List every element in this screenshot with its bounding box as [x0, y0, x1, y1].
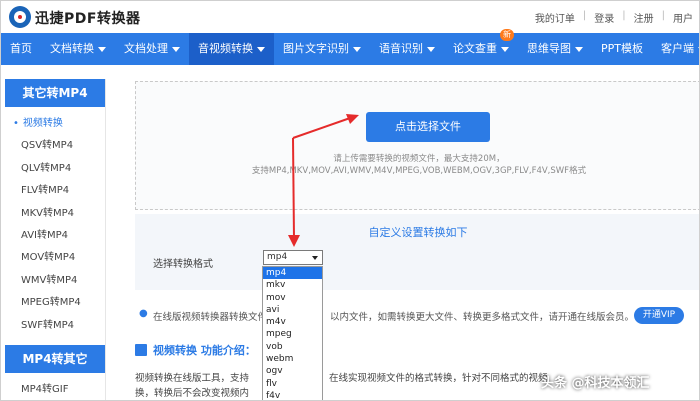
sidebar-item-video-convert[interactable]: 视频转换 [5, 113, 105, 135]
nav-item-home[interactable]: 首页 [1, 33, 41, 65]
format-option[interactable]: vob [263, 341, 322, 353]
format-option[interactable]: avi [263, 304, 322, 316]
sidebar-item-mov-mp4[interactable]: MOV转MP4 [5, 247, 105, 269]
link-separator: | [582, 10, 587, 21]
format-option[interactable]: f4v [263, 390, 322, 400]
format-label: 选择转换格式 [153, 259, 213, 270]
format-select-value: mp4 [267, 252, 288, 262]
intro-text: 在线实现视频文件的格式转换，针对不同格式的视频 [329, 373, 548, 384]
sidebar-item-mp4-gif[interactable]: MP4转GIF [5, 379, 105, 400]
intro-title-main: 视频转换 [153, 344, 197, 357]
open-vip-button[interactable]: 开通VIP [634, 307, 684, 324]
intro-icon [135, 344, 147, 356]
intro-text: 换，转换后不会改变视频内 [135, 388, 250, 399]
login-link[interactable]: 登录 [594, 10, 614, 25]
nav-label: 客户端 [661, 42, 694, 55]
format-option[interactable]: mpeg [263, 328, 322, 340]
sidebar-item-avi-mp4[interactable]: AVI转MP4 [5, 225, 105, 247]
my-orders-link[interactable]: 我的订单 [535, 10, 575, 25]
sidebar-section-title: 其它转MP4 [5, 79, 105, 107]
nav-item-ppt[interactable]: PPT模板 [592, 33, 652, 65]
main-nav: 首页 文档转换 文档处理 音视频转换 图片文字识别 语音识别 论文查重新 思维导… [1, 29, 699, 65]
format-option[interactable]: ogv [263, 365, 322, 377]
nav-label: 文档转换 [50, 42, 94, 55]
nav-item-plagiarism[interactable]: 论文查重新 [444, 29, 518, 65]
info-bullet-icon: ● [139, 308, 148, 319]
intro-text: 视频转换在线版工具，支持 [135, 373, 250, 384]
nav-label: 首页 [10, 42, 32, 55]
format-option[interactable]: mkv [263, 279, 322, 291]
nav-item-doc-process[interactable]: 文档处理 [115, 33, 189, 65]
sidebar-item-mkv-mp4[interactable]: MKV转MP4 [5, 203, 105, 225]
notice-text: 以内文件，如需转换更大文件、转换更多格式文件，请开通在线版会员。 [330, 312, 635, 323]
caret-down-icon [257, 46, 265, 52]
format-option[interactable]: mov [263, 292, 322, 304]
top-links: 我的订单 | 登录 | 注册 | 用户 [535, 10, 693, 25]
format-option[interactable]: webm [263, 353, 322, 365]
sidebar-item-qsv-mp4[interactable]: QSV转MP4 [5, 135, 105, 157]
nav-item-speech[interactable]: 语音识别 [370, 33, 444, 65]
format-option[interactable]: flv [263, 378, 322, 390]
format-select[interactable]: mp4 [263, 250, 323, 265]
sidebar-item-mpeg-mp4[interactable]: MPEG转MP4 [5, 292, 105, 314]
intro-title-sub: 功能介绍： [197, 344, 256, 357]
settings-title: 自定义设置转换如下 [368, 226, 468, 239]
nav-item-ocr[interactable]: 图片文字识别 [274, 33, 370, 65]
sidebar: 其它转MP4 视频转换 QSV转MP4 QLV转MP4 FLV转MP4 MKV转… [5, 79, 106, 400]
caret-down-icon [172, 46, 180, 52]
select-file-button[interactable]: 点击选择文件 [366, 112, 490, 142]
upload-dropzone[interactable]: 点击选择文件 请上传需要转换的视频文件，最大支持20M， 支持MP4,MKV,M… [135, 81, 699, 210]
upload-tip: 请上传需要转换的视频文件，最大支持20M， [333, 154, 505, 164]
caret-down-icon [98, 46, 106, 52]
notice-text: 在线版视频转换器转换文件 [153, 312, 268, 323]
link-separator: | [622, 10, 626, 21]
user-link[interactable]: 用户 [673, 10, 693, 25]
settings-panel: 自定义设置转换如下 选择转换格式 mp4 [135, 214, 699, 290]
intro-heading: 视频转换 功能介绍： [135, 342, 256, 358]
format-option[interactable]: m4v [263, 316, 322, 328]
nav-item-client[interactable]: 客户端 [652, 33, 699, 65]
nav-label: 语音识别 [379, 42, 423, 55]
nav-label: 思维导图 [527, 42, 571, 55]
nav-item-mindmap[interactable]: 思维导图 [518, 33, 592, 65]
sidebar-item-swf-mp4[interactable]: SWF转MP4 [5, 315, 105, 337]
sidebar-item-wmv-mp4[interactable]: WMV转MP4 [5, 270, 105, 292]
format-dropdown-list: mp4 mkv mov avi m4v mpeg vob webm ogv fl… [262, 266, 323, 400]
watermark-text: 头条 @科技本领汇 [541, 376, 650, 391]
supported-formats-text: 支持MP4,MKV,MOV,AVI,WMV,M4V,MPEG,VOB,WEBM,… [251, 166, 587, 176]
select-arrow-icon [312, 256, 318, 260]
nav-item-av-convert[interactable]: 音视频转换 [189, 33, 274, 65]
nav-label: 文档处理 [124, 42, 168, 55]
nav-label: 音视频转换 [198, 42, 253, 55]
member-notice: ● 在线版视频转换器转换文件 以内文件，如需转换更大文件、转换更多格式文件，请开… [135, 306, 699, 326]
caret-down-icon [427, 46, 435, 52]
caret-down-icon [501, 46, 509, 52]
nav-item-doc-convert[interactable]: 文档转换 [41, 33, 115, 65]
app-window: 迅捷PDF转换器 我的订单 | 登录 | 注册 | 用户 首页 文档转换 文档处… [0, 0, 700, 401]
brand-logo-icon[interactable] [9, 6, 31, 28]
new-badge: 新 [500, 29, 514, 41]
nav-label: 论文查重 [453, 42, 497, 55]
link-separator: | [661, 10, 665, 21]
nav-label: 图片文字识别 [283, 42, 349, 55]
caret-down-icon [575, 46, 583, 52]
format-option[interactable]: mp4 [263, 267, 322, 280]
sidebar-item-qlv-mp4[interactable]: QLV转MP4 [5, 158, 105, 180]
brand-title[interactable]: 迅捷PDF转换器 [35, 8, 140, 28]
top-header: 迅捷PDF转换器 我的订单 | 登录 | 注册 | 用户 [1, 1, 699, 33]
sidebar-section-title: MP4转其它 [5, 344, 105, 373]
caret-down-icon [353, 46, 361, 52]
register-link[interactable]: 注册 [634, 10, 654, 25]
nav-label: PPT模板 [601, 42, 643, 55]
sidebar-item-flv-mp4[interactable]: FLV转MP4 [5, 180, 105, 202]
